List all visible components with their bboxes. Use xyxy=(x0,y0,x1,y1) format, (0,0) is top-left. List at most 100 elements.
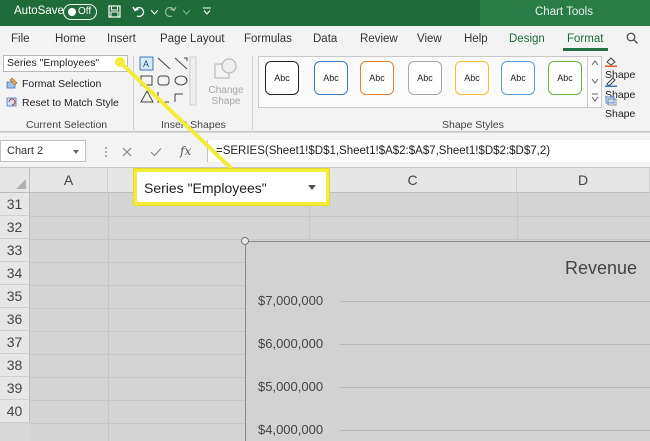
row-header[interactable]: 36 xyxy=(0,308,30,331)
shape-styles-group-label: Shape Styles xyxy=(442,119,504,131)
active-tab-indicator xyxy=(563,48,608,51)
format-selection-icon xyxy=(6,77,18,89)
toggle-state: Off xyxy=(78,6,92,17)
chart-tools-label: Chart Tools xyxy=(535,6,593,18)
group-separator xyxy=(133,56,134,130)
autosave-label: AutoSave xyxy=(14,5,64,17)
format-selection-button[interactable]: Format Selection xyxy=(6,77,101,90)
shape-style-5[interactable]: Abc xyxy=(455,61,489,95)
row-header[interactable]: 39 xyxy=(0,377,30,400)
row-header[interactable]: 37 xyxy=(0,331,30,354)
toggle-knob xyxy=(68,8,76,16)
undo-dropdown-icon[interactable] xyxy=(151,10,158,15)
y-axis-label: $6,000,000 xyxy=(258,336,324,351)
name-box[interactable]: Chart 2 xyxy=(0,140,86,162)
row-header[interactable]: 34 xyxy=(0,262,30,285)
tab-design[interactable]: Design xyxy=(509,33,545,45)
group-separator xyxy=(252,56,253,130)
svg-text:A: A xyxy=(143,59,149,69)
reset-to-match-style-button[interactable]: Reset to Match Style xyxy=(6,96,119,109)
row-header[interactable]: 32 xyxy=(0,216,30,239)
row-gridline xyxy=(30,423,245,424)
row-gridline xyxy=(30,354,245,355)
column-gridline xyxy=(108,193,109,441)
row-gridline xyxy=(30,216,650,217)
effects-icon xyxy=(605,96,617,106)
chevron-down-icon xyxy=(117,61,123,65)
undo-icon[interactable] xyxy=(132,5,146,18)
tab-review[interactable]: Review xyxy=(360,33,398,45)
tab-home[interactable]: Home xyxy=(55,33,86,45)
name-box-value: Chart 2 xyxy=(7,145,44,157)
autosave-toggle[interactable]: Off xyxy=(63,4,97,20)
select-all-corner[interactable] xyxy=(0,168,30,193)
chart-title[interactable]: Revenue xyxy=(565,258,637,279)
chart-tools-context: Chart Tools xyxy=(480,0,650,26)
insert-function-icon[interactable]: fx xyxy=(180,144,191,158)
row-gridline xyxy=(30,308,245,309)
tab-page-layout[interactable]: Page Layout xyxy=(160,33,225,45)
shape-style-1[interactable]: Abc xyxy=(265,61,299,95)
chart-elements-value: Series "Employees" xyxy=(7,57,100,69)
shape-effects-button[interactable]: Shape xyxy=(605,96,650,120)
paint-bucket-icon xyxy=(605,57,617,67)
formula-input[interactable]: =SERIES(Sheet1!$D$1,Sheet1!$A$2:$A$7,She… xyxy=(207,140,650,162)
row-gridline xyxy=(30,400,245,401)
tab-data[interactable]: Data xyxy=(313,33,337,45)
chevron-down-icon xyxy=(73,150,79,154)
column-header-c[interactable]: C xyxy=(309,168,517,193)
reset-style-label: Reset to Match Style xyxy=(22,97,119,109)
chart-resize-handle[interactable] xyxy=(241,237,249,245)
row-header[interactable]: 31 xyxy=(0,193,30,216)
row-gridline xyxy=(30,377,245,378)
row-gridline xyxy=(30,285,245,286)
column-header-a[interactable]: A xyxy=(30,168,108,193)
column-gridline xyxy=(517,193,518,241)
tab-insert[interactable]: Insert xyxy=(107,33,136,45)
redo-dropdown-icon[interactable] xyxy=(183,10,190,15)
shape-style-7[interactable]: Abc xyxy=(548,61,582,95)
shape-style-2[interactable]: Abc xyxy=(314,61,348,95)
column-header-d[interactable]: D xyxy=(517,168,650,193)
tab-file[interactable]: File xyxy=(11,33,30,45)
format-selection-label: Format Selection xyxy=(22,78,102,90)
save-icon[interactable] xyxy=(108,5,121,18)
callout-zoom-box: Series "Employees" xyxy=(134,169,329,205)
pen-icon xyxy=(605,77,617,87)
shape-style-3[interactable]: Abc xyxy=(360,61,394,95)
y-axis-label: $7,000,000 xyxy=(258,293,324,308)
shape-style-4[interactable]: Abc xyxy=(408,61,442,95)
ribbon-tabs: File Home Insert Page Layout Formulas Da… xyxy=(0,26,650,52)
redo-icon[interactable] xyxy=(163,5,177,18)
change-shape-label-1: Change xyxy=(208,85,244,96)
search-icon[interactable] xyxy=(626,32,638,44)
reset-style-icon xyxy=(6,97,17,107)
enter-check-icon[interactable] xyxy=(150,147,162,157)
row-header[interactable]: 33 xyxy=(0,239,30,262)
callout-text: Series "Employees" xyxy=(144,180,267,196)
change-shape-button: Change Shape xyxy=(206,56,246,116)
row-header[interactable]: 35 xyxy=(0,285,30,308)
chart-elements-combo[interactable]: Series "Employees" xyxy=(3,55,128,72)
tab-format[interactable]: Format xyxy=(567,33,603,45)
shape-style-6[interactable]: Abc xyxy=(501,61,535,95)
row-gridline xyxy=(30,239,650,240)
shapes-gallery[interactable]: A xyxy=(139,56,197,106)
styles-scrollbar[interactable] xyxy=(587,56,601,108)
customize-qat-icon[interactable] xyxy=(203,7,211,15)
chart-gridline xyxy=(340,344,650,345)
tab-view[interactable]: View xyxy=(417,33,442,45)
tab-formulas[interactable]: Formulas xyxy=(244,33,292,45)
row-gridline xyxy=(30,331,245,332)
more-icon xyxy=(105,147,107,157)
tab-help[interactable]: Help xyxy=(464,33,488,45)
row-header[interactable]: 38 xyxy=(0,354,30,377)
row-header[interactable]: 40 xyxy=(0,400,30,423)
shape-effects-label: Shape xyxy=(605,108,636,120)
change-shape-label-2: Shape xyxy=(211,96,241,107)
y-axis-label: $5,000,000 xyxy=(258,379,324,394)
select-all-triangle xyxy=(16,179,26,189)
row-gridline xyxy=(30,262,245,263)
chevron-down-icon xyxy=(308,185,316,190)
cancel-icon[interactable] xyxy=(122,147,132,157)
